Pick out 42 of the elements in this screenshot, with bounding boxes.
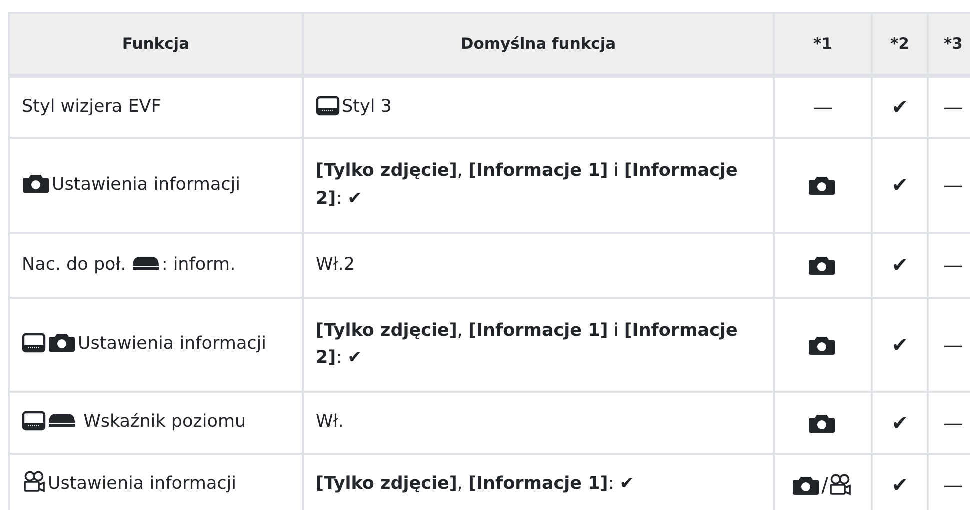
movie-camera-icon <box>22 471 46 494</box>
default-value: [Tylko zdjęcie], [Informacje 1]: ✔ <box>316 474 634 494</box>
mode-mark: — <box>813 95 833 119</box>
dash-mark: — <box>944 95 964 119</box>
monitor-icon <box>22 333 46 354</box>
function-name: : inform. <box>162 254 236 275</box>
mode-mark: / <box>822 472 828 496</box>
check-mark: ✔ <box>892 253 908 277</box>
check-mark: ✔ <box>892 410 908 434</box>
camera-icon <box>48 331 76 354</box>
function-name: Ustawienia informacji <box>78 334 267 354</box>
dash-mark: — <box>944 410 964 434</box>
movie-camera-icon <box>828 474 852 496</box>
check-mark: ✔ <box>892 95 908 119</box>
check-mark: ✔ <box>892 173 908 197</box>
camera-icon <box>808 254 836 276</box>
dash-mark: — <box>944 332 964 356</box>
dash-mark: — <box>944 253 964 277</box>
function-name: Ustawienia informacji <box>52 174 241 195</box>
default-value: Wł. <box>316 412 344 432</box>
function-name: Styl wizjera EVF <box>22 96 162 117</box>
camera-icon <box>808 174 836 196</box>
column-header: Funkcja <box>9 13 303 76</box>
monitor-icon <box>22 411 46 432</box>
level-bar-icon <box>48 413 76 428</box>
level-bar-icon <box>132 256 160 270</box>
column-header: Domyślna funkcja <box>303 13 774 76</box>
default-value: [Tylko zdjęcie], [Informacje 1] i [Informacje 2]: ✔ <box>316 320 739 368</box>
function-name: Nac. do poł. <box>22 254 128 275</box>
column-header: *3 <box>928 13 970 76</box>
function-name: Wskaźnik poziomu <box>82 412 246 432</box>
dash-mark: — <box>944 173 964 197</box>
default-value: Styl 3 <box>342 96 392 117</box>
dash-mark: — <box>944 472 964 496</box>
monitor-icon <box>316 96 340 116</box>
default-value: [Tylko zdjęcie], [Informacje 1] i [Informacje 2]: ✔ <box>316 161 739 208</box>
check-mark: ✔ <box>892 472 908 496</box>
check-mark: ✔ <box>892 332 908 356</box>
column-header: *1 <box>774 13 872 76</box>
column-header: *2 <box>872 13 928 76</box>
function-name: Ustawienia informacji <box>48 474 237 494</box>
default-value: Wł.2 <box>316 254 355 275</box>
